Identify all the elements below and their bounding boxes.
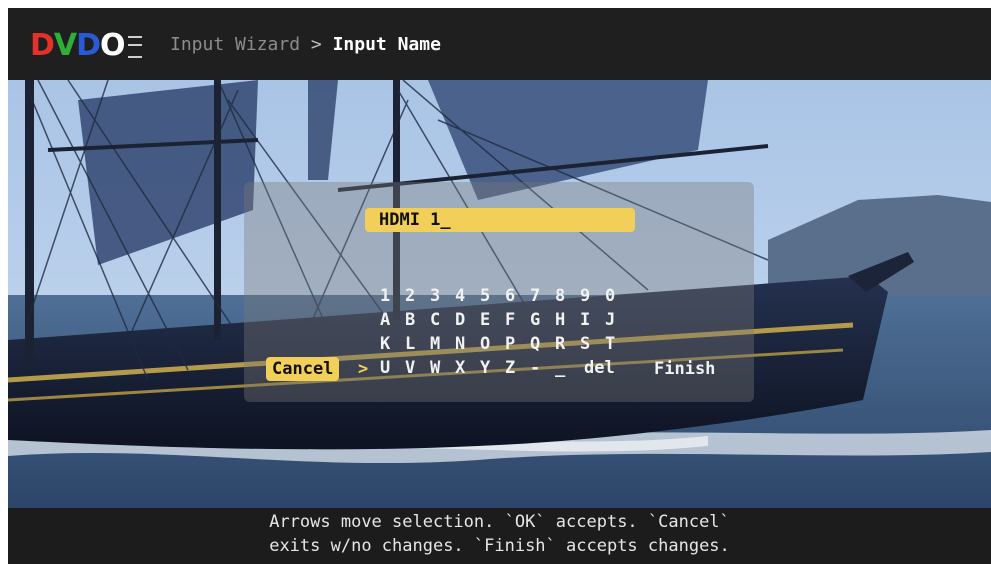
key-d[interactable]: D (455, 308, 480, 332)
key-g[interactable]: G (530, 308, 555, 332)
keyboard-row: 1234567890 (380, 284, 630, 308)
logo-mark-icon (127, 35, 142, 58)
key-8[interactable]: 8 (555, 284, 580, 308)
key-9[interactable]: 9 (580, 284, 605, 308)
key-6[interactable]: 6 (505, 284, 530, 308)
key-z[interactable]: Z (505, 356, 530, 380)
key-s[interactable]: S (580, 332, 605, 356)
key-v[interactable]: V (405, 356, 430, 380)
key-o[interactable]: O (480, 332, 505, 356)
selection-arrow-icon: > (358, 359, 369, 379)
keyboard-row: U V W X Y Z - _ del (380, 356, 630, 380)
key-2[interactable]: 2 (405, 284, 430, 308)
dvdo-logo: DVDO (30, 28, 142, 63)
key-b[interactable]: B (405, 308, 430, 332)
key-h[interactable]: H (555, 308, 580, 332)
key-t[interactable]: T (605, 332, 630, 356)
keyboard-row: ABCDEFGHIJ (380, 308, 630, 332)
breadcrumb-current: Input Name (332, 34, 441, 55)
key-u[interactable]: U (380, 356, 405, 380)
key-k[interactable]: K (380, 332, 405, 356)
key-f[interactable]: F (505, 308, 530, 332)
breadcrumb: Input Wizard > Input Name (170, 34, 441, 55)
tv-screen: DVDO Input Wizard > Input Name HDMI 1_ 1… (8, 8, 991, 564)
key-dash[interactable]: - (530, 356, 555, 380)
key-0[interactable]: 0 (605, 284, 630, 308)
keyboard-row: KLMNOPQRST (380, 332, 630, 356)
key-p[interactable]: P (505, 332, 530, 356)
key-delete[interactable]: del (584, 356, 615, 380)
key-j[interactable]: J (605, 308, 630, 332)
key-underscore[interactable]: _ (555, 356, 580, 380)
key-i[interactable]: I (580, 308, 605, 332)
header-bar: DVDO Input Wizard > Input Name (8, 8, 991, 80)
key-y[interactable]: Y (480, 356, 505, 380)
key-n[interactable]: N (455, 332, 480, 356)
finish-button[interactable]: Finish (654, 357, 715, 381)
key-1[interactable]: 1 (380, 284, 405, 308)
breadcrumb-parent: Input Wizard (170, 34, 301, 55)
key-q[interactable]: Q (530, 332, 555, 356)
key-x[interactable]: X (455, 356, 480, 380)
help-text-line-1: Arrows move selection. `OK` accepts. `Ca… (269, 512, 730, 532)
key-w[interactable]: W (430, 356, 455, 380)
on-screen-keyboard: 1234567890 ABCDEFGHIJ KLMNOPQRST UVWXYZ-… (380, 284, 630, 380)
breadcrumb-separator: > (310, 34, 322, 55)
key-e[interactable]: E (480, 308, 505, 332)
key-3[interactable]: 3 (430, 284, 455, 308)
key-m[interactable]: M (430, 332, 455, 356)
help-footer: Arrows move selection. `OK` accepts. `Ca… (8, 508, 991, 564)
key-5[interactable]: 5 (480, 284, 505, 308)
cancel-button[interactable]: Cancel (266, 357, 340, 381)
key-7[interactable]: 7 (530, 284, 555, 308)
key-c[interactable]: C (430, 308, 455, 332)
key-l[interactable]: L (405, 332, 430, 356)
key-a[interactable]: A (380, 308, 405, 332)
name-input[interactable]: HDMI 1_ (365, 208, 635, 232)
help-text-line-2: exits w/no changes. `Finish` accepts cha… (269, 536, 730, 556)
key-4[interactable]: 4 (455, 284, 480, 308)
key-r[interactable]: R (555, 332, 580, 356)
